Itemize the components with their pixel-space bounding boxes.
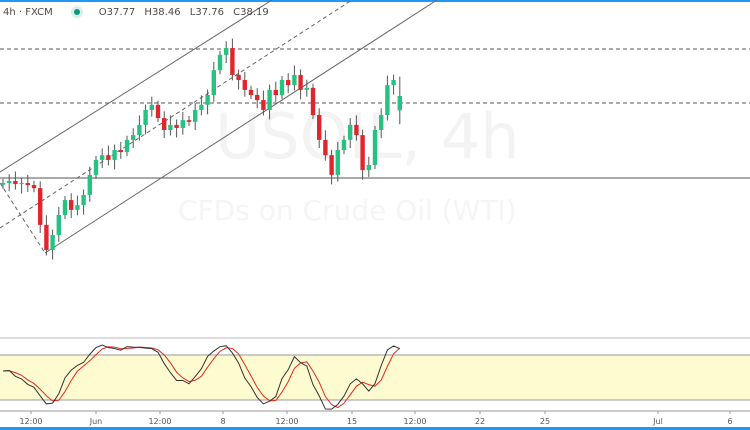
candle-up	[131, 135, 136, 140]
candle-down	[44, 224, 49, 251]
candle-up	[267, 89, 272, 110]
candle-up	[87, 174, 92, 195]
candle-up	[217, 54, 223, 71]
candle-down	[255, 94, 260, 101]
candle-up	[366, 165, 371, 171]
time-tick-label: 15	[347, 417, 357, 426]
high-value: H38.46	[144, 6, 181, 18]
candle-down	[230, 48, 235, 75]
candle-down	[106, 155, 111, 160]
candle-down	[118, 150, 123, 153]
candle-down	[286, 80, 291, 86]
candle-up	[168, 124, 173, 130]
candle-down	[248, 89, 254, 95]
candle-up	[93, 159, 99, 175]
ohlc-values: O37.77 H38.46 L37.76 C38.19	[99, 7, 275, 18]
candle-up	[143, 109, 148, 125]
time-tick-label: 12:00	[275, 417, 298, 426]
candle-down	[273, 89, 278, 95]
candle-up	[211, 70, 216, 95]
candle-up	[7, 181, 12, 184]
time-tick-label: 6	[727, 417, 732, 426]
stochastic-band	[0, 355, 750, 400]
candle-up	[224, 48, 229, 55]
candle-down	[261, 100, 266, 110]
candle-down	[13, 181, 18, 185]
candle-up	[341, 139, 347, 151]
candle-up	[279, 80, 285, 95]
open-value: O37.77	[98, 6, 136, 18]
candle-down	[317, 115, 322, 140]
legend: 4h · FXCM O37.77 H38.46 L37.76 C38.19	[3, 6, 275, 18]
time-axis[interactable]: 12:00 Jun 12:00 8 12:00 15 12:00 22 25 Jul 6	[19, 411, 733, 426]
time-tick-label: Jul	[652, 417, 663, 426]
time-tick-label: 12:00	[19, 417, 42, 426]
candle-up	[75, 205, 80, 210]
candle-up	[391, 80, 396, 86]
candle-up	[62, 200, 68, 215]
candle-up	[124, 139, 130, 153]
candle-down	[310, 87, 316, 116]
candle-up	[100, 155, 105, 160]
candle-down	[186, 120, 192, 122]
candle-down	[174, 124, 179, 128]
candle-down	[31, 185, 37, 189]
candle-down	[162, 118, 167, 130]
watermark-description: CFDs on Crude Oil (WTI)	[178, 194, 517, 227]
candle-down	[25, 183, 30, 186]
candle-down	[323, 139, 328, 156]
candle-down	[155, 104, 161, 119]
candle-up	[180, 120, 185, 128]
price-chart[interactable]: USOIL, 4h CFDs on Crude Oil (WTI) 12:00 J…	[0, 0, 750, 430]
candle-up	[379, 115, 384, 130]
candle-up	[0, 183, 6, 185]
watermark-symbol: USOIL, 4h	[215, 100, 520, 173]
candle-down	[329, 155, 334, 175]
candle-up	[112, 150, 117, 160]
candle-up	[56, 215, 61, 236]
market-status-icon	[70, 6, 83, 18]
candle-up	[205, 94, 210, 105]
candle-down	[354, 124, 359, 136]
time-tick-label: 12:00	[403, 417, 426, 426]
candle-up	[385, 85, 390, 116]
candle-down	[242, 80, 247, 90]
symbol-interval: 4h · FXCM	[3, 6, 53, 18]
candle-up	[304, 87, 309, 90]
candle-down	[298, 74, 303, 90]
time-tick-label: 22	[475, 417, 485, 426]
candle-down	[360, 135, 365, 171]
candle-up	[199, 104, 204, 110]
candle-up	[372, 130, 378, 166]
candle-down	[236, 74, 241, 81]
candle-up	[81, 194, 86, 206]
candle-up	[193, 109, 198, 122]
low-value: L37.76	[189, 6, 224, 18]
candle-up	[292, 74, 297, 86]
candle-up	[19, 183, 24, 185]
time-tick-label: 8	[220, 417, 225, 426]
candle-down	[38, 188, 43, 225]
candle-up	[397, 96, 402, 111]
candle-down	[69, 200, 74, 210]
time-tick-label: 12:00	[148, 417, 171, 426]
candle-up	[348, 124, 353, 140]
time-tick-label: Jun	[89, 417, 103, 426]
candle-up	[137, 124, 142, 136]
candle-up	[149, 104, 154, 110]
candle-up	[335, 150, 340, 175]
close-value: C38.19	[233, 6, 269, 18]
candle-up	[50, 235, 55, 251]
time-tick-label: 25	[540, 417, 550, 426]
